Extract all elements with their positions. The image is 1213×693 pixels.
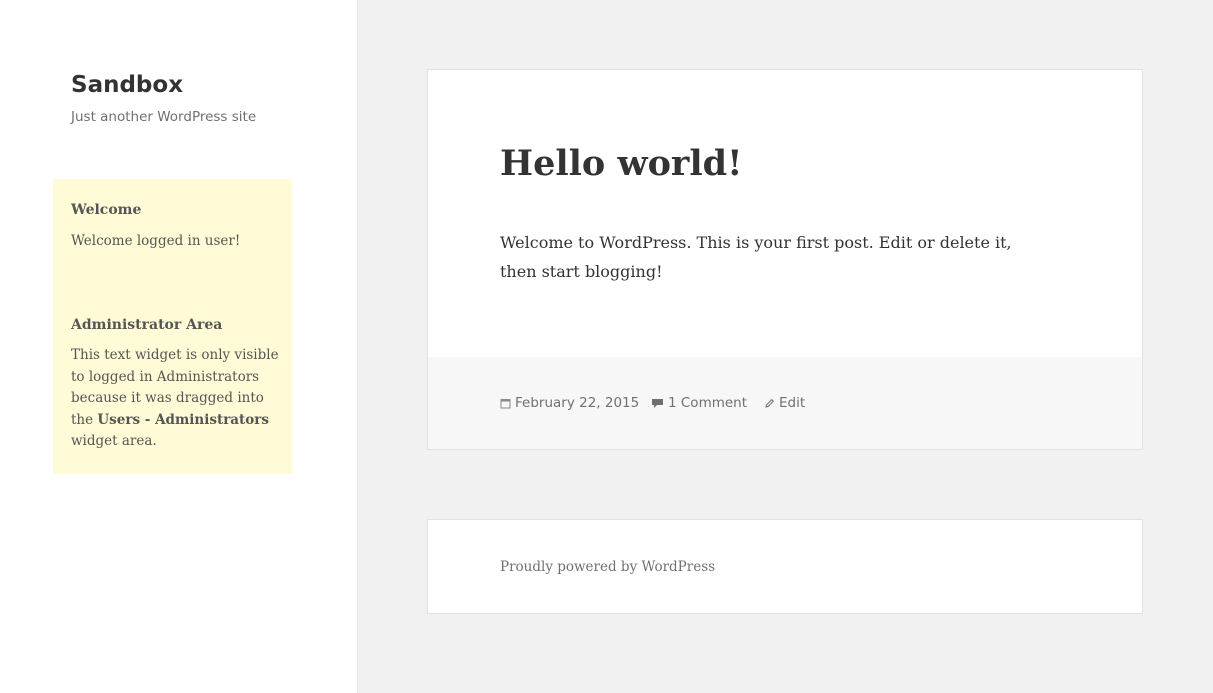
post-content: Welcome to WordPress. This is your first…	[500, 233, 1012, 281]
site-description: Just another WordPress site	[71, 109, 257, 125]
post-date: February 22, 2015	[515, 395, 640, 411]
site-footer: Proudly powered by WordPress	[427, 519, 1143, 614]
widget-area: Welcome Welcome logged in user! Administ…	[53, 179, 292, 474]
welcome-widget: Welcome Welcome logged in user!	[71, 199, 282, 253]
post-date-link[interactable]: February 22, 2015	[500, 393, 639, 413]
comment-icon	[652, 398, 663, 408]
site-title[interactable]: Sandbox	[71, 68, 183, 102]
comments-count: 1 Comment	[668, 395, 748, 411]
pencil-icon	[765, 398, 775, 408]
post-meta-footer: February 22, 2015 1 Comment Edit	[428, 357, 1142, 449]
edit-label: Edit	[779, 395, 806, 411]
widget-title: Welcome	[71, 202, 142, 218]
edit-link[interactable]: Edit	[764, 393, 805, 413]
widget-area-name: Users - Administrators	[97, 411, 270, 428]
widget-title: Administrator Area	[71, 317, 223, 333]
widget-text: Welcome logged in user!	[71, 233, 241, 249]
powered-by-link[interactable]: Proudly powered by WordPress	[500, 557, 715, 577]
post-card: Hello world! Welcome to WordPress. This …	[427, 69, 1143, 450]
comments-link[interactable]: 1 Comment	[651, 393, 747, 413]
post-title[interactable]: Hello world!	[500, 142, 743, 186]
sidebar: Sandbox Just another WordPress site Welc…	[0, 0, 358, 693]
administrator-widget: Administrator Area This text widget is o…	[71, 314, 282, 453]
widget-text-part: widget area.	[71, 433, 157, 449]
calendar-icon	[500, 398, 511, 408]
widget-text: This text widget is only visible to logg…	[71, 345, 282, 453]
